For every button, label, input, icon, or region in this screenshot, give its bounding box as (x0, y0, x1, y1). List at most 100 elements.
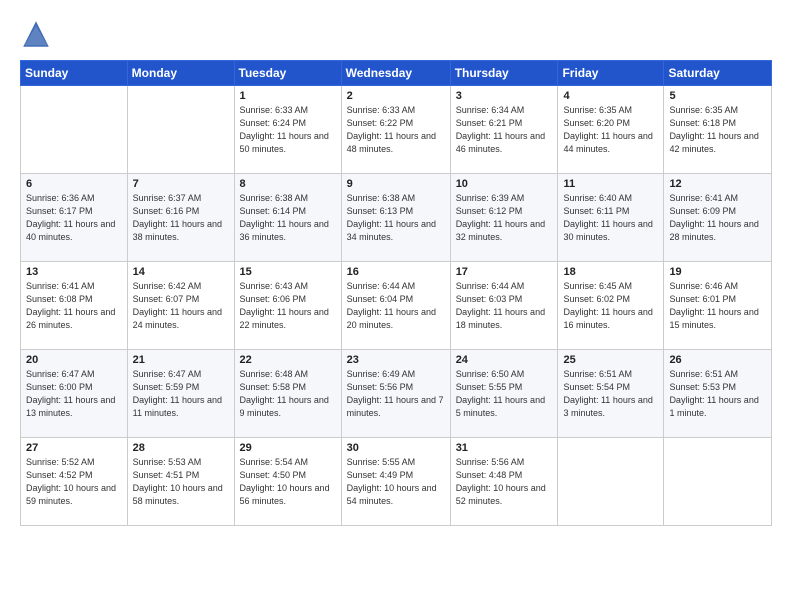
day-number: 1 (240, 90, 336, 102)
day-info: Sunrise: 5:56 AM Sunset: 4:48 PM Dayligh… (456, 456, 553, 508)
day-number: 30 (347, 442, 445, 454)
day-number: 7 (133, 178, 229, 190)
day-number: 13 (26, 266, 122, 278)
day-number: 3 (456, 90, 553, 102)
calendar-cell: 24Sunrise: 6:50 AM Sunset: 5:55 PM Dayli… (450, 350, 558, 438)
logo (20, 18, 58, 50)
day-info: Sunrise: 6:38 AM Sunset: 6:14 PM Dayligh… (240, 192, 336, 244)
calendar-cell: 30 Sunrise: 5:55 AM Sunset: 4:49 PM Dayli… (341, 438, 450, 526)
day-info: Sunrise: 6:38 AM Sunset: 6:13 PM Dayligh… (347, 192, 445, 244)
day-number: 17 (456, 266, 553, 278)
calendar-cell: 12 Sunrise: 6:41 AM Sunset: 6:09 PM Dayli… (664, 174, 772, 262)
day-info: Sunrise: 6:33 AM Sunset: 6:22 PM Dayligh… (347, 104, 445, 156)
day-info: Sunrise: 6:35 AM Sunset: 6:20 PM Dayligh… (563, 104, 658, 156)
day-number: 23 (347, 354, 445, 366)
day-info: Sunrise: 6:46 AM Sunset: 6:01 PM Dayligh… (669, 280, 766, 332)
day-info: Sunrise: 6:36 AM Sunset: 6:17 PM Dayligh… (26, 192, 122, 244)
col-header-tuesday: Tuesday (234, 61, 341, 86)
calendar-week-row: 27Sunrise: 5:52 AM Sunset: 4:52 PM Dayli… (21, 438, 772, 526)
calendar-cell: 15Sunrise: 6:43 AM Sunset: 6:06 PM Dayli… (234, 262, 341, 350)
calendar-cell (127, 86, 234, 174)
calendar-cell: 11Sunrise: 6:40 AM Sunset: 6:11 PM Dayli… (558, 174, 664, 262)
day-number: 25 (563, 354, 658, 366)
day-info: Sunrise: 6:37 AM Sunset: 6:16 PM Dayligh… (133, 192, 229, 244)
calendar-cell: 20Sunrise: 6:47 AM Sunset: 6:00 PM Dayli… (21, 350, 128, 438)
day-number: 4 (563, 90, 658, 102)
day-number: 5 (669, 90, 766, 102)
calendar-cell: 25 Sunrise: 6:51 AM Sunset: 5:54 PM Dayli… (558, 350, 664, 438)
day-info: Sunrise: 6:41 AM Sunset: 6:08 PM Dayligh… (26, 280, 122, 332)
page: SundayMondayTuesdayWednesdayThursdayFrid… (0, 0, 792, 612)
calendar-cell: 17 Sunrise: 6:44 AM Sunset: 6:03 PM Dayli… (450, 262, 558, 350)
day-number: 21 (133, 354, 229, 366)
calendar-cell: 18 Sunrise: 6:45 AM Sunset: 6:02 PM Dayli… (558, 262, 664, 350)
calendar-week-row: 13 Sunrise: 6:41 AM Sunset: 6:08 PM Dayli… (21, 262, 772, 350)
day-info: Sunrise: 6:47 AM Sunset: 5:59 PM Dayligh… (133, 368, 229, 420)
day-info: Sunrise: 6:42 AM Sunset: 6:07 PM Dayligh… (133, 280, 229, 332)
day-info: Sunrise: 5:54 AM Sunset: 4:50 PM Dayligh… (240, 456, 336, 508)
day-info: Sunrise: 6:41 AM Sunset: 6:09 PM Dayligh… (669, 192, 766, 244)
day-number: 27 (26, 442, 122, 454)
calendar-cell: 23 Sunrise: 6:49 AM Sunset: 5:56 PM Dayli… (341, 350, 450, 438)
calendar-cell: 7 Sunrise: 6:37 AM Sunset: 6:16 PM Daylig… (127, 174, 234, 262)
calendar-cell: 31 Sunrise: 5:56 AM Sunset: 4:48 PM Dayli… (450, 438, 558, 526)
day-number: 8 (240, 178, 336, 190)
calendar-cell: 5 Sunrise: 6:35 AM Sunset: 6:18 PM Daylig… (664, 86, 772, 174)
day-number: 20 (26, 354, 122, 366)
calendar-cell: 3 Sunrise: 6:34 AM Sunset: 6:21 PM Daylig… (450, 86, 558, 174)
day-number: 18 (563, 266, 658, 278)
day-info: Sunrise: 6:34 AM Sunset: 6:21 PM Dayligh… (456, 104, 553, 156)
day-info: Sunrise: 6:39 AM Sunset: 6:12 PM Dayligh… (456, 192, 553, 244)
calendar-header-row: SundayMondayTuesdayWednesdayThursdayFrid… (21, 61, 772, 86)
day-number: 9 (347, 178, 445, 190)
col-header-saturday: Saturday (664, 61, 772, 86)
calendar-cell: 10 Sunrise: 6:39 AM Sunset: 6:12 PM Dayli… (450, 174, 558, 262)
col-header-monday: Monday (127, 61, 234, 86)
day-info: Sunrise: 6:45 AM Sunset: 6:02 PM Dayligh… (563, 280, 658, 332)
day-info: Sunrise: 6:40 AM Sunset: 6:11 PM Dayligh… (563, 192, 658, 244)
day-number: 26 (669, 354, 766, 366)
calendar-cell: 22 Sunrise: 6:48 AM Sunset: 5:58 PM Dayli… (234, 350, 341, 438)
calendar-cell: 2 Sunrise: 6:33 AM Sunset: 6:22 PM Daylig… (341, 86, 450, 174)
calendar-week-row: 6Sunrise: 6:36 AM Sunset: 6:17 PM Daylig… (21, 174, 772, 262)
day-number: 2 (347, 90, 445, 102)
day-info: Sunrise: 6:51 AM Sunset: 5:54 PM Dayligh… (563, 368, 658, 420)
day-info: Sunrise: 6:49 AM Sunset: 5:56 PM Dayligh… (347, 368, 445, 420)
day-info: Sunrise: 6:33 AM Sunset: 6:24 PM Dayligh… (240, 104, 336, 156)
day-number: 31 (456, 442, 553, 454)
day-info: Sunrise: 5:55 AM Sunset: 4:49 PM Dayligh… (347, 456, 445, 508)
calendar-cell: 27Sunrise: 5:52 AM Sunset: 4:52 PM Dayli… (21, 438, 128, 526)
day-info: Sunrise: 6:44 AM Sunset: 6:04 PM Dayligh… (347, 280, 445, 332)
col-header-wednesday: Wednesday (341, 61, 450, 86)
calendar-cell: 1 Sunrise: 6:33 AM Sunset: 6:24 PM Daylig… (234, 86, 341, 174)
calendar-cell: 8 Sunrise: 6:38 AM Sunset: 6:14 PM Daylig… (234, 174, 341, 262)
day-number: 22 (240, 354, 336, 366)
day-number: 29 (240, 442, 336, 454)
col-header-thursday: Thursday (450, 61, 558, 86)
calendar-cell: 14 Sunrise: 6:42 AM Sunset: 6:07 PM Dayli… (127, 262, 234, 350)
calendar-week-row: 1 Sunrise: 6:33 AM Sunset: 6:24 PM Daylig… (21, 86, 772, 174)
day-info: Sunrise: 6:43 AM Sunset: 6:06 PM Dayligh… (240, 280, 336, 332)
day-number: 10 (456, 178, 553, 190)
day-info: Sunrise: 6:35 AM Sunset: 6:18 PM Dayligh… (669, 104, 766, 156)
day-info: Sunrise: 5:53 AM Sunset: 4:51 PM Dayligh… (133, 456, 229, 508)
day-info: Sunrise: 6:44 AM Sunset: 6:03 PM Dayligh… (456, 280, 553, 332)
col-header-friday: Friday (558, 61, 664, 86)
header (20, 18, 772, 50)
day-number: 12 (669, 178, 766, 190)
day-number: 14 (133, 266, 229, 278)
logo-icon (20, 18, 52, 50)
calendar-cell (21, 86, 128, 174)
col-header-sunday: Sunday (21, 61, 128, 86)
day-info: Sunrise: 6:48 AM Sunset: 5:58 PM Dayligh… (240, 368, 336, 420)
calendar-cell: 29 Sunrise: 5:54 AM Sunset: 4:50 PM Dayli… (234, 438, 341, 526)
calendar-cell: 6Sunrise: 6:36 AM Sunset: 6:17 PM Daylig… (21, 174, 128, 262)
calendar-cell: 19Sunrise: 6:46 AM Sunset: 6:01 PM Dayli… (664, 262, 772, 350)
calendar-cell: 21 Sunrise: 6:47 AM Sunset: 5:59 PM Dayli… (127, 350, 234, 438)
calendar-cell: 9 Sunrise: 6:38 AM Sunset: 6:13 PM Daylig… (341, 174, 450, 262)
day-number: 24 (456, 354, 553, 366)
calendar-week-row: 20Sunrise: 6:47 AM Sunset: 6:00 PM Dayli… (21, 350, 772, 438)
day-number: 28 (133, 442, 229, 454)
calendar-cell (558, 438, 664, 526)
calendar-table: SundayMondayTuesdayWednesdayThursdayFrid… (20, 60, 772, 526)
